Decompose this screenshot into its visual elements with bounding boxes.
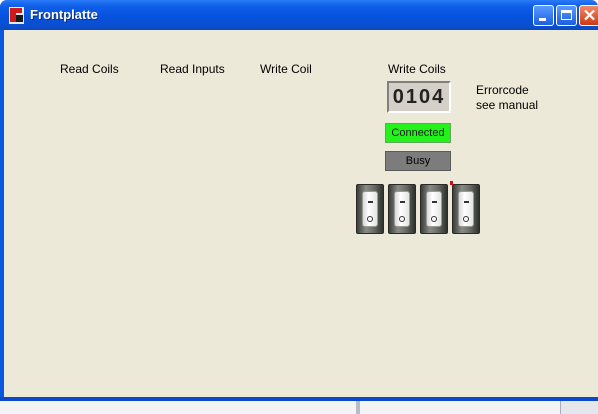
close-button[interactable]: [579, 5, 598, 26]
errorcode-note: Errorcode see manual: [476, 83, 538, 113]
see-manual-label: see manual: [476, 98, 539, 112]
minimize-icon: [539, 18, 546, 21]
coil-switch-3[interactable]: [420, 184, 448, 234]
rocker-switch-icon: [394, 191, 410, 227]
write-coils-label: Write Coils: [388, 62, 446, 76]
busy-indicator: Busy: [385, 151, 451, 171]
window-bottom-border: [0, 397, 598, 401]
rocker-switch-icon: [426, 191, 442, 227]
rocker-switch-icon: [458, 191, 474, 227]
desktop-panel: [560, 400, 598, 414]
coil-switch-1[interactable]: [356, 184, 384, 234]
connected-indicator: Connected: [385, 123, 451, 143]
read-coils-label: Read Coils: [60, 62, 119, 76]
title-bar[interactable]: Frontplatte: [0, 0, 598, 30]
app-icon: [9, 7, 24, 24]
cursor-marker: [450, 181, 453, 185]
maximize-button[interactable]: [556, 5, 577, 26]
write-coil-label: Write Coil: [260, 62, 312, 76]
window-title: Frontplatte: [30, 7, 98, 22]
close-icon: [584, 9, 595, 21]
desktop-divider: [356, 400, 360, 414]
frontplatte-window: Frontplatte Read Coils Read Inputs Write…: [0, 0, 598, 401]
desktop-background: [0, 400, 598, 414]
error-code-display: 0104: [387, 81, 451, 113]
coil-switch-2[interactable]: [388, 184, 416, 234]
minimize-button[interactable]: [533, 5, 554, 26]
read-inputs-label: Read Inputs: [160, 62, 225, 76]
front-panel: Read Coils Read Inputs Write Coil Write …: [4, 30, 598, 397]
coil-switch-4[interactable]: [452, 184, 480, 234]
rocker-switch-icon: [362, 191, 378, 227]
errorcode-label: Errorcode: [476, 83, 529, 97]
maximize-icon: [561, 10, 572, 20]
